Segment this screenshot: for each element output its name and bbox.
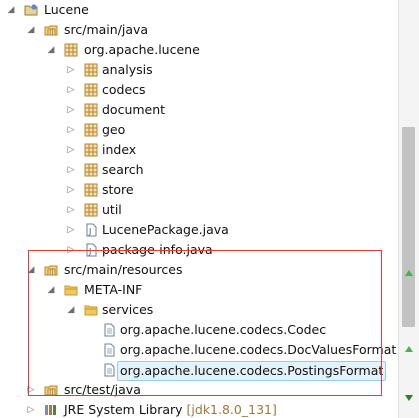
package-icon: [84, 163, 98, 177]
project-explorer-tree: ◢ Lucene ◢ src/main/java ◢ org.apache.lu…: [0, 0, 398, 418]
expand-chevron-icon[interactable]: ▷: [64, 123, 78, 137]
expand-chevron-icon[interactable]: ▷: [24, 383, 38, 397]
package-icon: [64, 43, 78, 57]
project-icon: [24, 3, 38, 17]
package-icon: [84, 183, 98, 197]
package-label: store: [102, 182, 134, 197]
package-label: org.apache.lucene: [84, 42, 200, 57]
package-icon: [84, 143, 98, 157]
tree-node-package-analysis[interactable]: ▷ analysis: [0, 60, 398, 80]
package-icon: [84, 103, 98, 117]
package-label: document: [102, 102, 166, 117]
collapse-chevron-icon[interactable]: ◢: [44, 43, 58, 57]
file-icon: [102, 363, 116, 377]
tree-node-services[interactable]: ◢ services: [0, 300, 398, 320]
library-icon: [44, 403, 58, 417]
package-icon: [84, 123, 98, 137]
scrollbar-thumb[interactable]: [402, 127, 415, 327]
source-folder-label: src/main/resources: [64, 262, 183, 277]
package-icon: [84, 63, 98, 77]
project-label: Lucene: [44, 2, 89, 17]
folder-icon: [84, 303, 98, 317]
expand-chevron-icon[interactable]: ▷: [64, 183, 78, 197]
folder-label: services: [102, 302, 154, 317]
tree-node-package-index[interactable]: ▷ index: [0, 140, 398, 160]
package-label: util: [102, 202, 122, 217]
tree-node-package-root[interactable]: ◢ org.apache.lucene: [0, 40, 398, 60]
source-folder-label: src/main/java: [64, 22, 149, 37]
collapse-chevron-icon[interactable]: ◢: [44, 283, 58, 297]
java-file-icon: [84, 223, 98, 237]
file-label: org.apache.lucene.codecs.PostingsFormat: [117, 361, 387, 381]
collapse-chevron-icon[interactable]: ◢: [4, 3, 18, 17]
tree-node-package-store[interactable]: ▷ store: [0, 180, 398, 200]
java-file-label: LucenePackage.java: [102, 222, 229, 237]
expand-chevron-icon[interactable]: ▷: [64, 143, 78, 157]
marker-up-icon: [405, 346, 413, 352]
expand-chevron-icon[interactable]: ▷: [64, 223, 78, 237]
package-label: analysis: [102, 62, 153, 77]
expand-chevron-icon[interactable]: ▷: [64, 103, 78, 117]
source-folder-icon: [44, 263, 58, 277]
package-label: geo: [102, 122, 126, 137]
library-label: JRE System Library [jdk1.8.0_131]: [64, 402, 277, 417]
tree-node-jre-library[interactable]: ▷ JRE System Library [jdk1.8.0_131]: [0, 400, 398, 418]
library-version: [jdk1.8.0_131]: [186, 402, 277, 417]
expand-chevron-icon[interactable]: ▷: [64, 63, 78, 77]
file-icon: [102, 323, 116, 337]
source-folder-icon: [44, 23, 58, 37]
tree-node-src-test-java[interactable]: ▷ src/test/java: [0, 380, 398, 400]
folder-label: META-INF: [84, 282, 143, 297]
expand-chevron-icon[interactable]: ▷: [64, 243, 78, 257]
tree-node-package-geo[interactable]: ▷ geo: [0, 120, 398, 140]
expand-chevron-icon[interactable]: ▷: [64, 83, 78, 97]
tree-node-project[interactable]: ◢ Lucene: [0, 0, 398, 20]
package-icon: [84, 83, 98, 97]
tree-node-java-file[interactable]: ▷ package-info.java: [0, 240, 398, 260]
tree-node-src-main-resources[interactable]: ◢ src/main/resources: [0, 260, 398, 280]
source-folder-icon: [44, 383, 58, 397]
file-label: org.apache.lucene.codecs.Codec: [120, 322, 327, 337]
tree-node-package-util[interactable]: ▷ util: [0, 200, 398, 220]
package-label: search: [102, 162, 144, 177]
tree-node-service-file-selected[interactable]: org.apache.lucene.codecs.PostingsFormat: [0, 360, 398, 381]
tree-node-src-main-java[interactable]: ◢ src/main/java: [0, 20, 398, 40]
marker-up-icon: [405, 270, 413, 276]
vertical-scrollbar[interactable]: [398, 0, 419, 418]
tree-node-package-document[interactable]: ▷ document: [0, 100, 398, 120]
marker-down-icon: [405, 395, 413, 401]
source-folder-label: src/test/java: [64, 382, 141, 397]
folder-icon: [64, 283, 78, 297]
tree-node-service-file[interactable]: org.apache.lucene.codecs.DocValuesFormat: [0, 340, 398, 360]
expand-chevron-icon[interactable]: ▷: [64, 163, 78, 177]
java-file-label: package-info.java: [102, 242, 213, 257]
java-file-icon: [84, 243, 98, 257]
tree-node-service-file[interactable]: org.apache.lucene.codecs.Codec: [0, 320, 398, 340]
collapse-chevron-icon[interactable]: ◢: [24, 23, 38, 37]
package-icon: [84, 203, 98, 217]
collapse-chevron-icon[interactable]: ◢: [64, 303, 78, 317]
tree-node-java-file[interactable]: ▷ LucenePackage.java: [0, 220, 398, 240]
file-icon: [102, 343, 116, 357]
collapse-chevron-icon[interactable]: ◢: [24, 263, 38, 277]
package-label: codecs: [102, 82, 146, 97]
tree-node-package-codecs[interactable]: ▷ codecs: [0, 80, 398, 100]
expand-chevron-icon[interactable]: ▷: [24, 403, 38, 417]
tree-node-package-search[interactable]: ▷ search: [0, 160, 398, 180]
expand-chevron-icon[interactable]: ▷: [64, 203, 78, 217]
package-label: index: [102, 142, 137, 157]
tree-node-meta-inf[interactable]: ◢ META-INF: [0, 280, 398, 300]
file-label: org.apache.lucene.codecs.DocValuesFormat: [120, 342, 397, 357]
